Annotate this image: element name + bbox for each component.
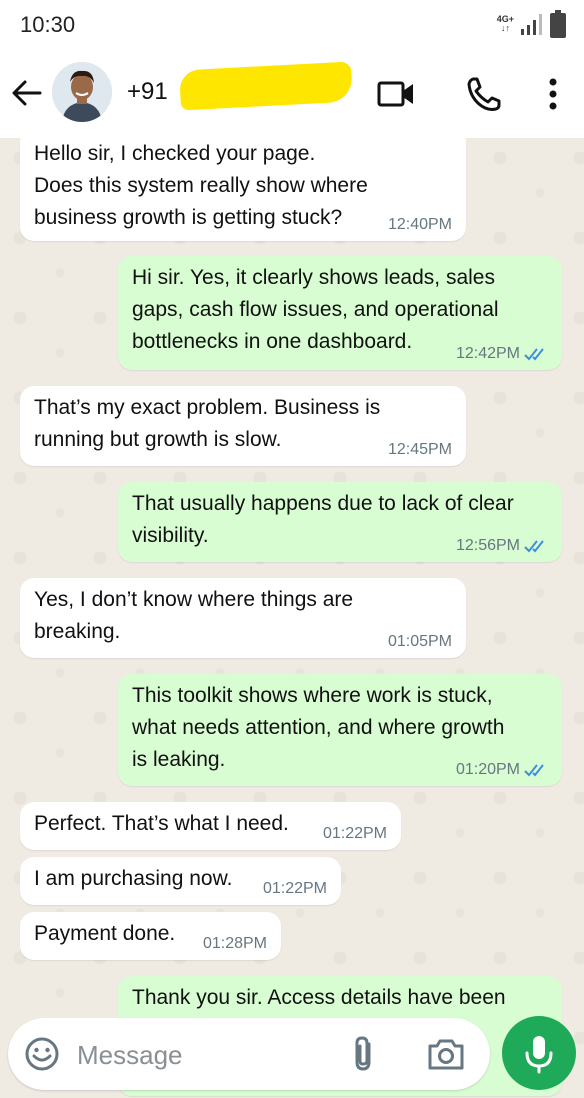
message-meta: 01:28PM xyxy=(203,936,267,952)
read-receipt-icon xyxy=(524,348,544,361)
message-bubble[interactable]: Hi sir. Yes, it clearly shows leads, sal… xyxy=(118,256,562,370)
message-bubble[interactable]: Perfect. That’s what I need. 01:22PM xyxy=(20,802,401,850)
more-options-icon[interactable] xyxy=(541,74,565,114)
message-time: 01:22PM xyxy=(322,825,387,842)
message-text: Thank you sir. Access details have been xyxy=(132,986,506,1009)
signal-icon xyxy=(521,14,542,35)
message-text: Yes, I don’t know where things are break… xyxy=(34,588,354,643)
message-bubble[interactable]: Yes, I don’t know where things are break… xyxy=(20,578,466,658)
message-bubble[interactable]: Payment done. 01:28PM xyxy=(20,912,281,960)
message-meta: 12:40PM xyxy=(388,217,452,233)
message-text: Hi sir. Yes, it clearly shows leads, sal… xyxy=(132,266,499,353)
phone-call-icon[interactable] xyxy=(464,74,504,114)
emoji-icon[interactable] xyxy=(24,1036,60,1072)
attach-icon[interactable] xyxy=(348,1034,382,1074)
message-meta: 12:56PM xyxy=(456,538,548,554)
battery-icon xyxy=(550,10,566,38)
message-bubble[interactable]: Hello sir, I checked your page. Does thi… xyxy=(20,138,466,241)
message-time: 12:42PM xyxy=(455,345,520,362)
chat-header: +91 xyxy=(0,50,584,138)
microphone-icon xyxy=(525,1036,553,1074)
message-time: 01:22PM xyxy=(262,880,327,897)
voice-message-button[interactable] xyxy=(502,1016,576,1090)
message-input[interactable]: Message xyxy=(77,1040,183,1071)
message-bubble[interactable]: That’s my exact problem. Business is run… xyxy=(20,386,466,466)
message-text: Perfect. That’s what I need. xyxy=(34,812,289,835)
message-text: That’s my exact problem. Business is run… xyxy=(34,396,381,451)
message-time: 12:40PM xyxy=(387,216,452,233)
contact-name[interactable]: +91 xyxy=(127,78,168,106)
message-time: 12:45PM xyxy=(387,441,452,458)
message-meta: 01:20PM xyxy=(456,762,548,778)
message-meta: 01:22PM xyxy=(263,881,327,897)
message-text: Hello sir, I checked your page. Does thi… xyxy=(34,142,368,229)
network-type: 4G+ ↓↑ xyxy=(497,15,514,33)
message-meta: 12:45PM xyxy=(388,442,452,458)
camera-icon[interactable] xyxy=(426,1036,466,1072)
message-meta: 01:05PM xyxy=(388,634,452,650)
message-time: 01:05PM xyxy=(387,633,452,650)
avatar[interactable] xyxy=(52,62,112,122)
message-text: Payment done. xyxy=(34,922,176,945)
back-arrow-icon[interactable] xyxy=(10,76,44,110)
message-meta: 01:22PM xyxy=(323,826,387,842)
avatar-photo-icon xyxy=(52,62,112,122)
message-bubble[interactable]: That usually happens due to lack of clea… xyxy=(118,482,562,562)
redaction-mark xyxy=(179,61,353,111)
message-text: I am purchasing now. xyxy=(34,867,233,890)
message-text: This toolkit shows where work is stuck, … xyxy=(132,684,505,771)
data-arrows-icon: ↓↑ xyxy=(500,23,510,33)
message-composer[interactable]: Message xyxy=(8,1018,490,1090)
message-time: 01:20PM xyxy=(455,761,520,778)
message-meta: 12:42PM xyxy=(456,346,548,362)
message-bubble[interactable]: I am purchasing now. 01:22PM xyxy=(20,857,341,905)
chat-area[interactable]: Hello sir, I checked your page. Does thi… xyxy=(0,138,584,1098)
status-icons: 4G+ ↓↑ xyxy=(497,10,566,38)
read-receipt-icon xyxy=(524,764,544,777)
status-bar: 10:30 4G+ ↓↑ xyxy=(0,0,584,50)
video-call-icon[interactable] xyxy=(376,74,416,114)
message-bubble[interactable]: This toolkit shows where work is stuck, … xyxy=(118,674,562,786)
message-time: 01:28PM xyxy=(202,935,267,952)
status-time: 10:30 xyxy=(20,12,76,37)
message-time: 12:56PM xyxy=(455,537,520,554)
read-receipt-icon xyxy=(524,540,544,553)
